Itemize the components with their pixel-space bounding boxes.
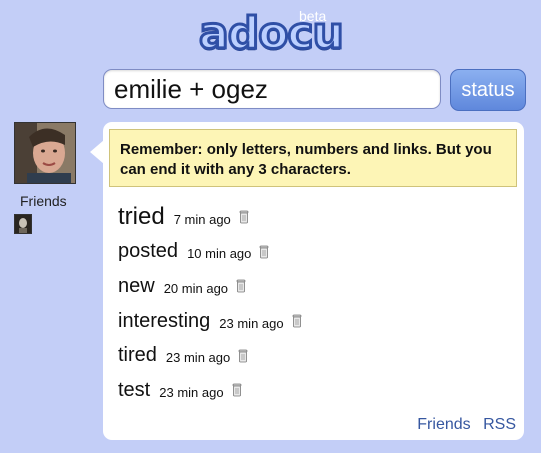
list-item: test 23 min ago [118,373,508,408]
list-item: new 20 min ago [118,269,508,304]
entry-word[interactable]: tired [118,344,157,367]
trash-icon[interactable] [238,349,248,363]
entry-word[interactable]: new [118,275,155,298]
status-button[interactable]: status [450,69,526,111]
status-input[interactable] [103,69,441,109]
trash-icon[interactable] [239,210,249,224]
entry-time: 7 min ago [173,211,231,227]
list-item: tired 23 min ago [118,338,508,373]
friends-label: Friends [20,193,67,209]
entry-time: 23 min ago [165,350,231,366]
adocu-logo[interactable]: adocu beta [198,6,346,62]
notice-box: Remember: only letters, numbers and link… [109,129,517,187]
entry-time: 23 min ago [159,384,224,400]
list-item: posted 10 min ago [118,235,508,270]
avatar-image [15,123,75,183]
entry-time: 20 min ago [163,280,229,296]
entry-time: 23 min ago [219,315,284,331]
trash-icon[interactable] [236,279,246,293]
trash-icon[interactable] [232,383,242,397]
panel-pointer [90,140,104,164]
entry-list: tried 7 min ago posted 10 min ago new 20… [118,200,508,408]
entry-word[interactable]: test [118,379,150,402]
avatar[interactable] [14,122,76,184]
beta-badge: beta [299,8,327,24]
entry-word[interactable]: posted [118,240,178,263]
rss-link[interactable]: RSS [483,416,516,433]
trash-icon[interactable] [259,245,269,259]
status-panel: Remember: only letters, numbers and link… [103,122,524,440]
list-item: interesting 23 min ago [118,304,508,339]
friends-link[interactable]: Friends [417,416,470,433]
list-item: tried 7 min ago [118,200,508,235]
friend-avatar-image [15,215,31,233]
footer-links: Friends RSS [409,416,516,434]
trash-icon[interactable] [292,314,302,328]
entry-word[interactable]: tried [118,203,165,231]
entry-time: 10 min ago [187,246,252,262]
friend-avatar[interactable] [14,214,32,234]
entry-word[interactable]: interesting [118,310,210,333]
